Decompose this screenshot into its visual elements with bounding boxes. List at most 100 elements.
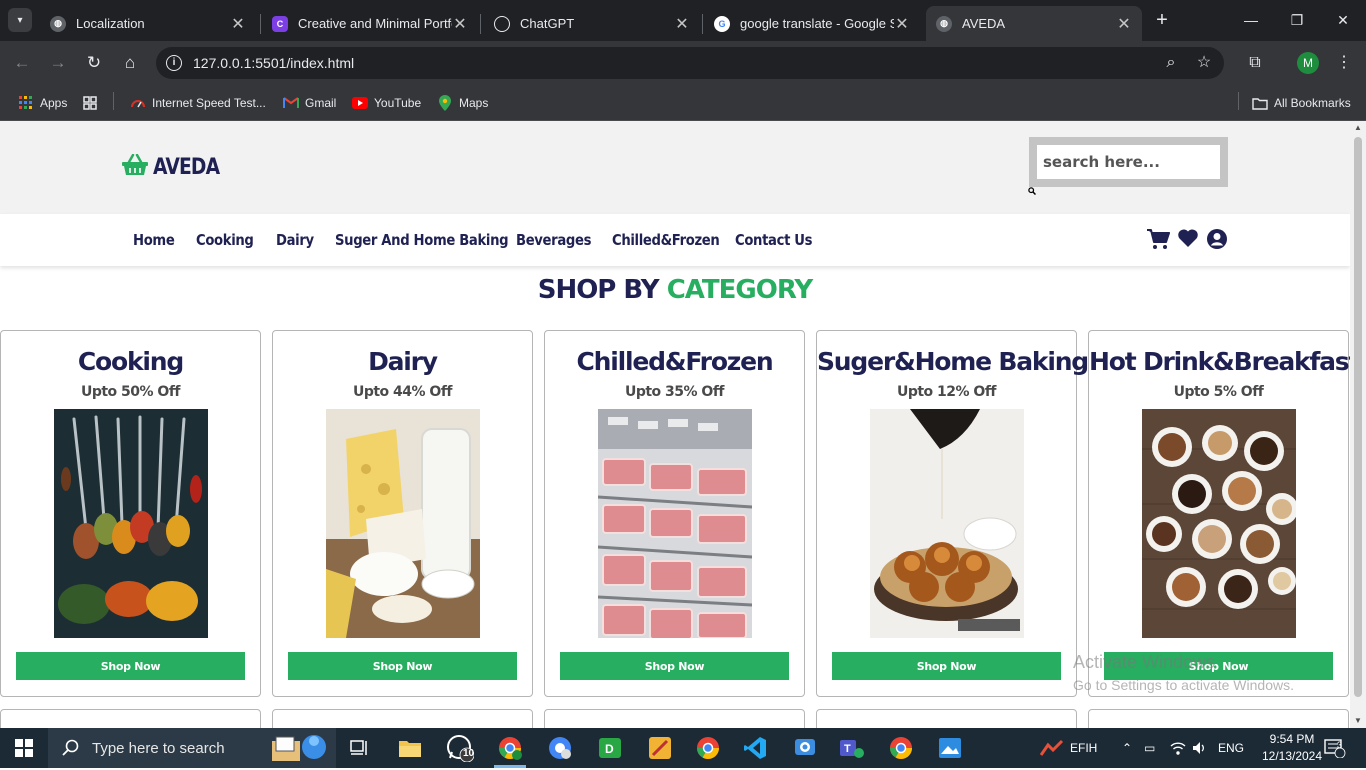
category-card [544,709,805,728]
site-logo[interactable]: AVEDA [121,153,231,181]
bookmark-star-icon[interactable]: ☆ [1194,53,1214,73]
profile-avatar[interactable]: M [1297,52,1319,74]
bookmark-maps[interactable]: Maps [437,92,488,114]
address-bar[interactable]: i 127.0.0.1:5501/index.html ⌕ ☆ [156,47,1224,79]
nav-beverages[interactable]: Beverages [516,231,591,249]
chrome-icon[interactable] [693,733,723,763]
notification-center-icon[interactable]: 3 [1324,728,1346,768]
heart-icon[interactable] [1177,228,1201,252]
nav-contact-us[interactable]: Contact Us [735,231,813,249]
bookmark-speed-test[interactable]: Internet Speed Test... [130,92,266,114]
system-clock[interactable]: 9:54 PM 12/13/2024 [1257,731,1327,765]
tab-chatgpt[interactable]: ChatGPT ✕ [484,6,700,41]
search-icon[interactable] [1028,187,1037,197]
home-button[interactable]: ⌂ [118,51,142,75]
search-icon [62,739,79,756]
search-input[interactable] [1037,145,1220,179]
chrome-search-icon[interactable] [545,733,575,763]
back-button[interactable]: ← [10,51,34,75]
close-tab-icon[interactable]: ✕ [1116,14,1132,34]
close-tab-icon[interactable]: ✕ [674,14,690,34]
shopping-basket-icon [121,153,149,181]
close-window-button[interactable]: ✕ [1320,6,1366,34]
chrome-profile-icon[interactable] [495,733,525,763]
globe-icon: ◍ [936,15,952,32]
site-info-icon[interactable]: i [166,55,182,71]
input-language[interactable]: ENG [1218,728,1244,768]
shop-now-button[interactable]: Shop Now [560,652,789,680]
nav-chilled-frozen[interactable]: Chilled&Frozen [612,231,720,249]
tab-portfolio[interactable]: C Creative and Minimal Portfoli ✕ [262,6,478,41]
file-explorer-icon[interactable] [395,733,425,763]
browser-toolbar: ← → ↻ ⌂ i 127.0.0.1:5501/index.html ⌕ ☆ … [0,41,1366,85]
shop-now-button[interactable]: Shop Now [16,652,245,680]
nav-cooking[interactable]: Cooking [196,231,254,249]
card-title: Hot Drink&Breakfast [1089,347,1350,376]
tab-search-button[interactable]: ▾ [8,8,32,32]
tab-localization[interactable]: ◍ Localization ✕ [40,6,256,41]
bookmark-label: Apps [40,96,68,110]
card-offer: Upto 35% Off [624,384,725,400]
category-card [0,709,261,728]
activate-windows-watermark: Activate Windows [1073,652,1216,672]
all-bookmarks-button[interactable]: All Bookmarks [1252,92,1351,114]
close-tab-icon[interactable]: ✕ [230,14,246,34]
start-button[interactable] [0,728,48,768]
reload-button[interactable]: ↻ [82,51,106,75]
camera-app-icon[interactable] [790,733,820,763]
section-title-part2: CATEGORY [666,275,814,305]
grid-icon [82,95,98,111]
bookmark-grid[interactable] [82,92,104,114]
scroll-down-arrow-icon[interactable]: ▼ [1350,714,1366,728]
nav-suger-and-home-baking[interactable]: Suger And Home Baking [335,231,509,249]
category-card [272,709,533,728]
scrollbar-thumb[interactable] [1354,137,1362,697]
cart-icon[interactable] [1146,228,1170,252]
scroll-up-arrow-icon[interactable]: ▲ [1350,121,1366,135]
minimize-button[interactable]: — [1228,6,1274,34]
wifi-icon[interactable] [1170,728,1186,768]
close-tab-icon[interactable]: ✕ [452,14,468,34]
tab-aveda[interactable]: ◍ AVEDA ✕ [926,6,1142,41]
forward-button[interactable]: → [46,51,70,75]
vscode-icon[interactable] [740,733,770,763]
bookmark-youtube[interactable]: YouTube [352,92,421,114]
globe-icon: ◍ [50,15,66,32]
windows-logo-icon [15,739,33,757]
dash-app-icon[interactable]: D [595,733,625,763]
zoom-icon[interactable]: ⌕ [1161,53,1181,73]
tab-google-translate[interactable]: G google translate - Google Se ✕ [704,6,920,41]
photos-app-icon[interactable] [935,733,965,763]
bookmark-divider [1238,92,1239,110]
folder-icon [1252,95,1268,111]
category-card [816,709,1077,728]
tools-app-icon[interactable] [645,733,675,763]
search-highlight-icon [270,731,328,765]
nav-home[interactable]: Home [133,231,175,249]
volume-icon[interactable] [1192,728,1208,768]
new-tab-button[interactable]: + [1150,8,1174,32]
shop-now-button[interactable]: Shop Now [832,652,1061,680]
tab-title: Creative and Minimal Portfoli [298,16,452,31]
restore-button[interactable]: ❐ [1274,6,1320,34]
menu-icon[interactable]: ⋮ [1333,52,1355,74]
hidden-icons-chevron-icon[interactable]: ⌃ [1122,728,1132,768]
maps-icon [437,95,453,111]
bookmark-gmail[interactable]: Gmail [283,92,336,114]
bookmark-apps[interactable]: Apps [18,92,67,114]
taskbar-search[interactable]: Type here to search [48,728,336,768]
nav-dairy[interactable]: Dairy [276,231,314,249]
page-scrollbar[interactable]: ▲ ▼ [1350,121,1366,728]
extensions-icon[interactable]: ⧉ [1244,52,1266,74]
teams-icon[interactable]: T [836,733,866,763]
close-tab-icon[interactable]: ✕ [894,14,910,34]
url-text[interactable]: 127.0.0.1:5501/index.html [193,55,354,71]
battery-icon[interactable]: ▭ [1144,728,1155,768]
task-view-icon[interactable] [345,733,375,763]
shop-now-button[interactable]: Shop Now [288,652,517,680]
youtube-icon [352,95,368,111]
user-icon[interactable] [1206,228,1230,252]
chrome-alt-icon[interactable] [886,733,916,763]
weather-widget[interactable]: EFIH [1040,728,1097,768]
whatsapp-icon[interactable]: 10 [445,733,475,763]
